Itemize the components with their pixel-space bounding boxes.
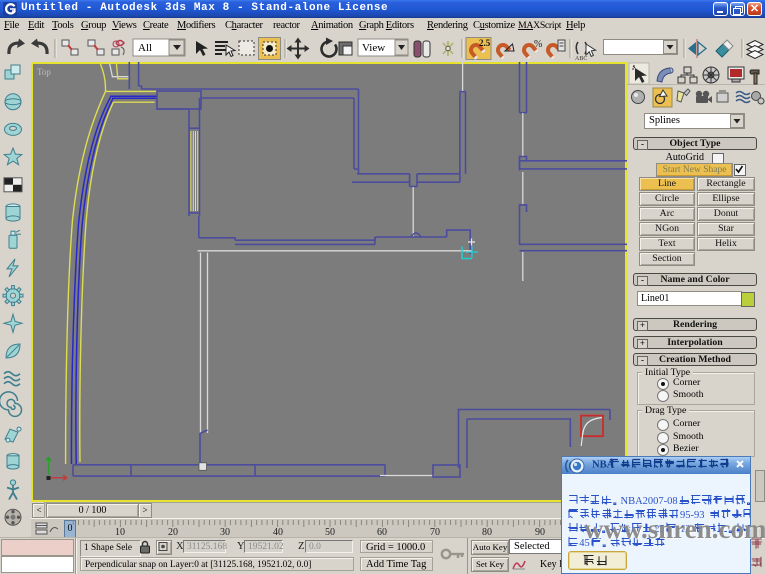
svg-text:%: %	[534, 39, 542, 50]
svg-text:All: All	[138, 42, 152, 54]
svg-text:NBA2007-08: NBA2007-08	[621, 496, 678, 507]
svg-text:2.5: 2.5	[479, 38, 491, 48]
svg-text:View: View	[362, 42, 385, 54]
